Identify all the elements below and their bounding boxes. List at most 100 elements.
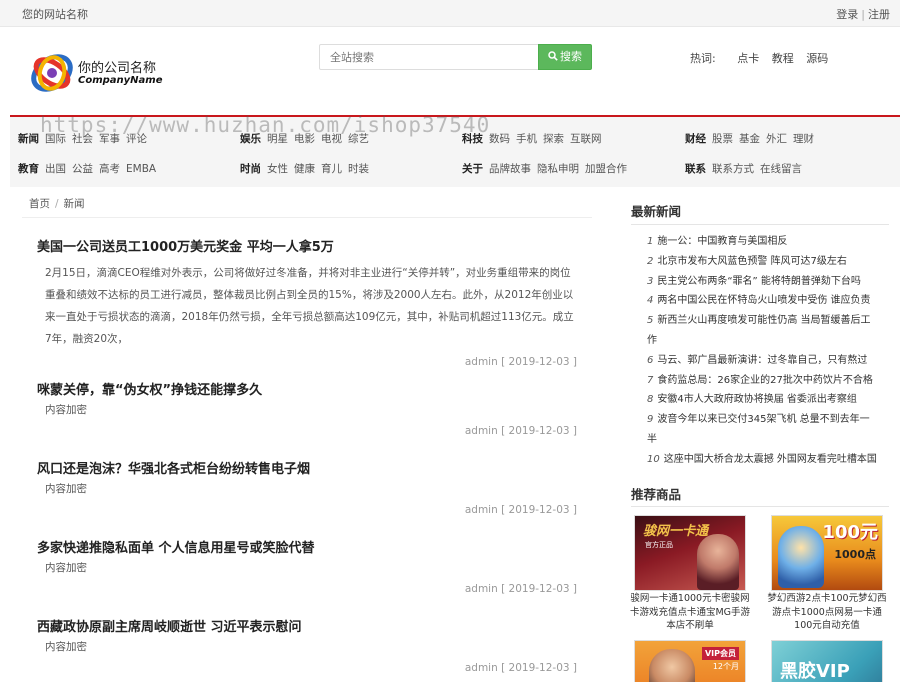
divider: [631, 506, 889, 507]
news-item[interactable]: 8 安徽4市人大政府政协将换届 省委派出考察组: [647, 390, 877, 410]
main-nav: 新闻 国际 社会 军事 评论 娱乐 明星 电影 电视 综艺 科技 数码 手机 探索 互联网 财经 股票 基金…: [10, 115, 900, 187]
nav-item[interactable]: 基金: [739, 133, 760, 145]
nav-item[interactable]: 时装: [348, 163, 369, 175]
news-item[interactable]: 1 施一公：中国教育与美国相反: [647, 232, 877, 252]
nav-item[interactable]: 理财: [793, 133, 814, 145]
register-link[interactable]: 注册: [868, 8, 890, 21]
search-icon: [548, 51, 558, 61]
nav-row: 教育 出国 公益 高考 EMBA 时尚 女性 健康 育儿 时装 关于 品牌故事 隐私申明 加盟合作 联…: [10, 154, 900, 184]
article-title[interactable]: 咪蒙关停，靠“伪女权”挣钱还能撑多久: [37, 379, 262, 398]
nav-head[interactable]: 科技: [462, 133, 483, 145]
breadcrumb-home[interactable]: 首页: [29, 198, 50, 210]
nav-group-news: 新闻 国际 社会 军事 评论: [18, 124, 153, 154]
article-summary: 2月15日，滴滴CEO程维对外表示，公司将做好过冬准备，并将对非主业进行“关停并…: [45, 267, 574, 345]
article-meta: admin [ 2019-12-03 ]: [464, 425, 577, 437]
nav-item[interactable]: 外汇: [766, 133, 787, 145]
nav-item[interactable]: 育儿: [321, 163, 342, 175]
nav-head[interactable]: 联系: [685, 163, 706, 175]
nav-group-finance: 财经 股票 基金 外汇 理财: [685, 124, 820, 154]
nav-group-tech: 科技 数码 手机 探索 互联网: [462, 124, 608, 154]
nav-item[interactable]: 国际: [45, 133, 66, 145]
news-item[interactable]: 6 马云、郭广昌最新演讲：过冬靠自己，只有熬过: [647, 351, 877, 371]
nav-item[interactable]: EMBA: [126, 163, 156, 175]
product-figure: [778, 526, 824, 588]
nav-head[interactable]: 时尚: [240, 163, 261, 175]
search-button[interactable]: 搜索: [538, 44, 592, 70]
article-summary: 内容加密: [45, 562, 87, 574]
news-item[interactable]: 2 北京市发布大风蓝色预警 阵风可达7级左右: [647, 252, 877, 272]
news-item[interactable]: 9 波音今年以来已交付345架飞机 总量不到去年一半: [647, 410, 877, 450]
product-caption: 梦幻西游2点卡100元梦幻西游点卡1000点网易一卡通100元自动充值: [767, 593, 887, 631]
nav-head[interactable]: 教育: [18, 163, 39, 175]
header: 你的公司名称 CompanyName 搜索 热词: 点卡 教程 源码: [0, 27, 900, 115]
nav-item[interactable]: 健康: [294, 163, 315, 175]
search-input[interactable]: [319, 44, 539, 70]
hot-words-label: 热词:: [690, 52, 716, 65]
nav-item[interactable]: 数码: [489, 133, 510, 145]
news-item[interactable]: 3 民主党公布两条“罪名” 能将特朗普弹劾下台吗: [647, 272, 877, 292]
latest-news-title: 最新新闻: [631, 204, 682, 219]
nav-row: 新闻 国际 社会 军事 评论 娱乐 明星 电影 电视 综艺 科技 数码 手机 探索 互联网 财经 股票 基金…: [10, 124, 900, 154]
article-item: 咪蒙关停，靠“伪女权”挣钱还能撑多久 内容加密 admin [ 2019-12-…: [22, 379, 592, 439]
nav-item[interactable]: 军事: [99, 133, 120, 145]
article-meta: admin [ 2019-12-03 ]: [464, 583, 577, 595]
hot-word[interactable]: 点卡: [737, 52, 759, 65]
article-summary: 内容加密: [45, 404, 87, 416]
product-figure: [649, 649, 695, 682]
nav-item[interactable]: 互联网: [570, 133, 602, 145]
article-meta: admin [ 2019-12-03 ]: [464, 356, 577, 368]
nav-item[interactable]: 综艺: [348, 133, 369, 145]
nav-head[interactable]: 新闻: [18, 133, 39, 145]
article-title[interactable]: 西藏政协原副主席周岐顺逝世 习近平表示慰问: [37, 616, 302, 635]
news-item[interactable]: 10 这座中国大桥合龙太震撼 外国网友看完吐槽本国: [647, 450, 877, 470]
hot-word[interactable]: 源码: [806, 52, 828, 65]
divider: [631, 224, 889, 225]
article-title[interactable]: 美国一公司送员工1000万美元奖金 平均一人拿5万: [37, 236, 334, 255]
logo-icon: [31, 54, 73, 92]
nav-item[interactable]: 品牌故事: [489, 163, 531, 175]
nav-item[interactable]: 公益: [72, 163, 93, 175]
article-item: 多家快递推隐私面单 个人信息用星号或笑脸代替 内容加密 admin [ 2019…: [22, 537, 592, 597]
nav-item[interactable]: 加盟合作: [585, 163, 627, 175]
nav-item[interactable]: 电影: [294, 133, 315, 145]
company-name: 你的公司名称: [78, 61, 157, 76]
nav-head[interactable]: 财经: [685, 133, 706, 145]
nav-item[interactable]: 电视: [321, 133, 342, 145]
latest-news-list: 1 施一公：中国教育与美国相反 2 北京市发布大风蓝色预警 阵风可达7级左右 3 民主…: [647, 232, 877, 470]
article-item: 美国一公司送员工1000万美元奖金 平均一人拿5万 2月15日，滴滴CEO程维对…: [22, 236, 592, 368]
article-meta: admin [ 2019-12-03 ]: [464, 504, 577, 516]
nav-item[interactable]: 评论: [126, 133, 147, 145]
products-title: 推荐商品: [631, 487, 682, 502]
breadcrumb: 首页 / 新闻: [22, 192, 592, 218]
nav-head[interactable]: 关于: [462, 163, 483, 175]
nav-item[interactable]: 女性: [267, 163, 288, 175]
news-item[interactable]: 4 两名中国公民在怀特岛火山喷发中受伤 谁应负责: [647, 291, 877, 311]
nav-item[interactable]: 手机: [516, 133, 537, 145]
nav-item[interactable]: 联系方式: [712, 163, 754, 175]
nav-group-ent: 娱乐 明星 电影 电视 综艺: [240, 124, 375, 154]
breadcrumb-divider: /: [55, 198, 59, 210]
news-item[interactable]: 5 新西兰火山再度喷发可能性仍高 当局暂缓善后工作: [647, 311, 877, 351]
product-image: 100元 1000点: [771, 515, 883, 591]
nav-head[interactable]: 娱乐: [240, 133, 261, 145]
login-link[interactable]: 登录: [836, 8, 858, 21]
nav-item[interactable]: 出国: [45, 163, 66, 175]
logo[interactable]: 你的公司名称 CompanyName: [30, 49, 180, 99]
product-image: VIP会员 12个月: [634, 640, 746, 682]
nav-item[interactable]: 股票: [712, 133, 733, 145]
hot-word[interactable]: 教程: [772, 52, 794, 65]
nav-item[interactable]: 探索: [543, 133, 564, 145]
news-item[interactable]: 7 食药监总局：26家企业的27批次中药饮片不合格: [647, 371, 877, 391]
nav-item[interactable]: 社会: [72, 133, 93, 145]
article-title[interactable]: 多家快递推隐私面单 个人信息用星号或笑脸代替: [37, 537, 315, 556]
nav-item[interactable]: 隐私申明: [537, 163, 579, 175]
nav-item[interactable]: 在线留言: [760, 163, 802, 175]
nav-item[interactable]: 明星: [267, 133, 288, 145]
article-item: 风口还是泡沫？华强北各式柜台纷纷转售电子烟 内容加密 admin [ 2019-…: [22, 458, 592, 518]
site-name[interactable]: 您的网站名称: [22, 6, 88, 22]
article-item: 西藏政协原副主席周岐顺逝世 习近平表示慰问 内容加密 admin [ 2019-…: [22, 616, 592, 676]
nav-item[interactable]: 高考: [99, 163, 120, 175]
search-button-label: 搜索: [560, 50, 582, 63]
article-meta: admin [ 2019-12-03 ]: [464, 662, 577, 674]
article-title[interactable]: 风口还是泡沫？华强北各式柜台纷纷转售电子烟: [37, 458, 310, 477]
